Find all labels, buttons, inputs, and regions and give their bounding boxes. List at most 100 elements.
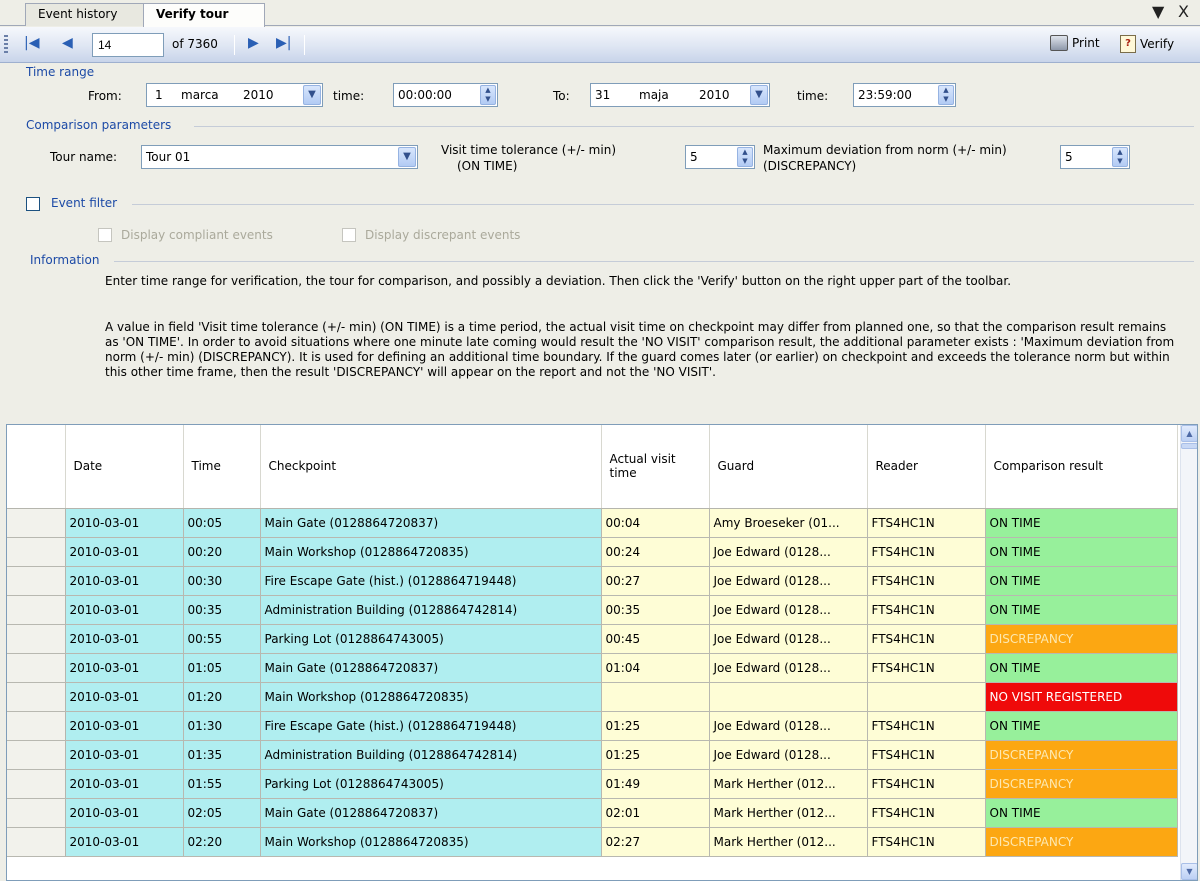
cell-actual-visit-time[interactable]	[601, 682, 710, 712]
cell-date[interactable]: 2010-03-01	[65, 566, 184, 596]
table-row[interactable]: 2010-03-01 01:20 Main Workshop (0128864720…	[7, 682, 1178, 712]
cell-reader[interactable]	[867, 682, 986, 712]
cell-guard[interactable]: Joe Edward (0128...	[709, 653, 868, 683]
scroll-down-icon[interactable]: ▼	[1181, 863, 1197, 880]
cell-checkpoint[interactable]: Main Gate (0128864720837)	[260, 798, 602, 828]
cell-guard[interactable]: Mark Herther (012...	[709, 798, 868, 828]
last-page-icon[interactable]: ▶|	[276, 35, 291, 51]
cell-guard[interactable]	[709, 682, 868, 712]
cell-checkpoint[interactable]: Main Workshop (0128864720835)	[260, 682, 602, 712]
cell-time[interactable]: 00:55	[183, 624, 261, 654]
next-page-icon[interactable]: ▶	[248, 35, 259, 51]
row-header[interactable]	[7, 566, 66, 596]
row-header[interactable]	[7, 682, 66, 712]
cell-date[interactable]: 2010-03-01	[65, 798, 184, 828]
cell-time[interactable]: 02:05	[183, 798, 261, 828]
table-row[interactable]: 2010-03-01 02:20 Main Workshop (0128864720…	[7, 827, 1178, 857]
cell-time[interactable]: 01:35	[183, 740, 261, 770]
cell-comparison-result[interactable]: ON TIME	[985, 798, 1178, 828]
spin-icon[interactable]: ▲ ▼	[737, 147, 753, 167]
column-header-checkpoint[interactable]: Checkpoint	[260, 425, 602, 509]
cell-actual-visit-time[interactable]: 01:25	[601, 740, 710, 770]
dropdown-icon[interactable]: ▼	[1152, 2, 1164, 21]
dropdown-arrow-icon[interactable]: ▼	[750, 85, 768, 105]
cell-checkpoint[interactable]: Administration Building (0128864742814)	[260, 595, 602, 625]
cell-time[interactable]: 00:05	[183, 508, 261, 538]
event-filter-checkbox[interactable]	[26, 197, 40, 211]
column-header-reader[interactable]: Reader	[867, 425, 986, 509]
row-header[interactable]	[7, 769, 66, 799]
cell-reader[interactable]: FTS4HC1N	[867, 798, 986, 828]
row-header[interactable]	[7, 740, 66, 770]
cell-comparison-result[interactable]: ON TIME	[985, 566, 1178, 596]
cell-actual-visit-time[interactable]: 01:04	[601, 653, 710, 683]
column-header-date[interactable]: Date	[65, 425, 184, 509]
page-number-input[interactable]	[92, 33, 164, 57]
cell-checkpoint[interactable]: Main Workshop (0128864720835)	[260, 537, 602, 567]
cell-actual-visit-time[interactable]: 02:01	[601, 798, 710, 828]
column-header-actual-visit-time[interactable]: Actual visit time	[601, 425, 710, 509]
compliant-events-checkbox[interactable]	[98, 228, 112, 242]
table-row[interactable]: 2010-03-01 00:55 Parking Lot (012886474300…	[7, 624, 1178, 654]
cell-time[interactable]: 02:20	[183, 827, 261, 857]
cell-reader[interactable]: FTS4HC1N	[867, 740, 986, 770]
scroll-thumb[interactable]	[1181, 443, 1197, 449]
to-time-input[interactable]: 23:59:00 ▲ ▼	[853, 83, 956, 107]
cell-reader[interactable]: FTS4HC1N	[867, 769, 986, 799]
cell-date[interactable]: 2010-03-01	[65, 653, 184, 683]
cell-reader[interactable]: FTS4HC1N	[867, 566, 986, 596]
row-header[interactable]	[7, 798, 66, 828]
row-header[interactable]	[7, 508, 66, 538]
cell-comparison-result[interactable]: NO VISIT REGISTERED	[985, 682, 1178, 712]
cell-time[interactable]: 00:35	[183, 595, 261, 625]
cell-guard[interactable]: Joe Edward (0128...	[709, 624, 868, 654]
cell-checkpoint[interactable]: Main Gate (0128864720837)	[260, 653, 602, 683]
spin-icon[interactable]: ▲ ▼	[938, 85, 954, 105]
cell-actual-visit-time[interactable]: 01:25	[601, 711, 710, 741]
tolerance-input[interactable]: 5 ▲ ▼	[685, 145, 755, 169]
cell-reader[interactable]: FTS4HC1N	[867, 508, 986, 538]
cell-guard[interactable]: Joe Edward (0128...	[709, 711, 868, 741]
cell-time[interactable]: 00:20	[183, 537, 261, 567]
cell-guard[interactable]: Joe Edward (0128...	[709, 537, 868, 567]
cell-comparison-result[interactable]: ON TIME	[985, 595, 1178, 625]
cell-comparison-result[interactable]: ON TIME	[985, 537, 1178, 567]
cell-guard[interactable]: Mark Herther (012...	[709, 769, 868, 799]
cell-guard[interactable]: Mark Herther (012...	[709, 827, 868, 857]
column-header-time[interactable]: Time	[183, 425, 261, 509]
cell-checkpoint[interactable]: Main Workshop (0128864720835)	[260, 827, 602, 857]
deviation-input[interactable]: 5 ▲ ▼	[1060, 145, 1130, 169]
spin-icon[interactable]: ▲ ▼	[1112, 147, 1128, 167]
cell-date[interactable]: 2010-03-01	[65, 769, 184, 799]
cell-reader[interactable]: FTS4HC1N	[867, 537, 986, 567]
cell-checkpoint[interactable]: Main Gate (0128864720837)	[260, 508, 602, 538]
cell-date[interactable]: 2010-03-01	[65, 508, 184, 538]
cell-date[interactable]: 2010-03-01	[65, 624, 184, 654]
cell-reader[interactable]: FTS4HC1N	[867, 711, 986, 741]
dropdown-arrow-icon[interactable]: ▼	[398, 147, 416, 167]
cell-time[interactable]: 01:55	[183, 769, 261, 799]
cell-comparison-result[interactable]: ON TIME	[985, 711, 1178, 741]
cell-time[interactable]: 01:20	[183, 682, 261, 712]
cell-reader[interactable]: FTS4HC1N	[867, 653, 986, 683]
print-button[interactable]: Print	[1050, 35, 1100, 51]
row-header[interactable]	[7, 595, 66, 625]
scroll-up-icon[interactable]: ▲	[1181, 425, 1197, 442]
verify-button[interactable]: ? Verify	[1120, 35, 1174, 53]
cell-checkpoint[interactable]: Parking Lot (0128864743005)	[260, 769, 602, 799]
cell-date[interactable]: 2010-03-01	[65, 740, 184, 770]
cell-checkpoint[interactable]: Parking Lot (0128864743005)	[260, 624, 602, 654]
cell-comparison-result[interactable]: DISCREPANCY	[985, 769, 1178, 799]
row-header[interactable]	[7, 711, 66, 741]
cell-guard[interactable]: Joe Edward (0128...	[709, 566, 868, 596]
spin-icon[interactable]: ▲ ▼	[480, 85, 496, 105]
cell-comparison-result[interactable]: DISCREPANCY	[985, 740, 1178, 770]
vertical-scrollbar[interactable]: ▲ ▼	[1180, 425, 1197, 880]
cell-actual-visit-time[interactable]: 00:24	[601, 537, 710, 567]
cell-time[interactable]: 01:30	[183, 711, 261, 741]
tab-event-history[interactable]: Event history	[25, 3, 145, 26]
prev-page-icon[interactable]: ◀	[62, 35, 73, 51]
cell-date[interactable]: 2010-03-01	[65, 537, 184, 567]
cell-date[interactable]: 2010-03-01	[65, 827, 184, 857]
toolbar-grip[interactable]	[4, 35, 8, 55]
